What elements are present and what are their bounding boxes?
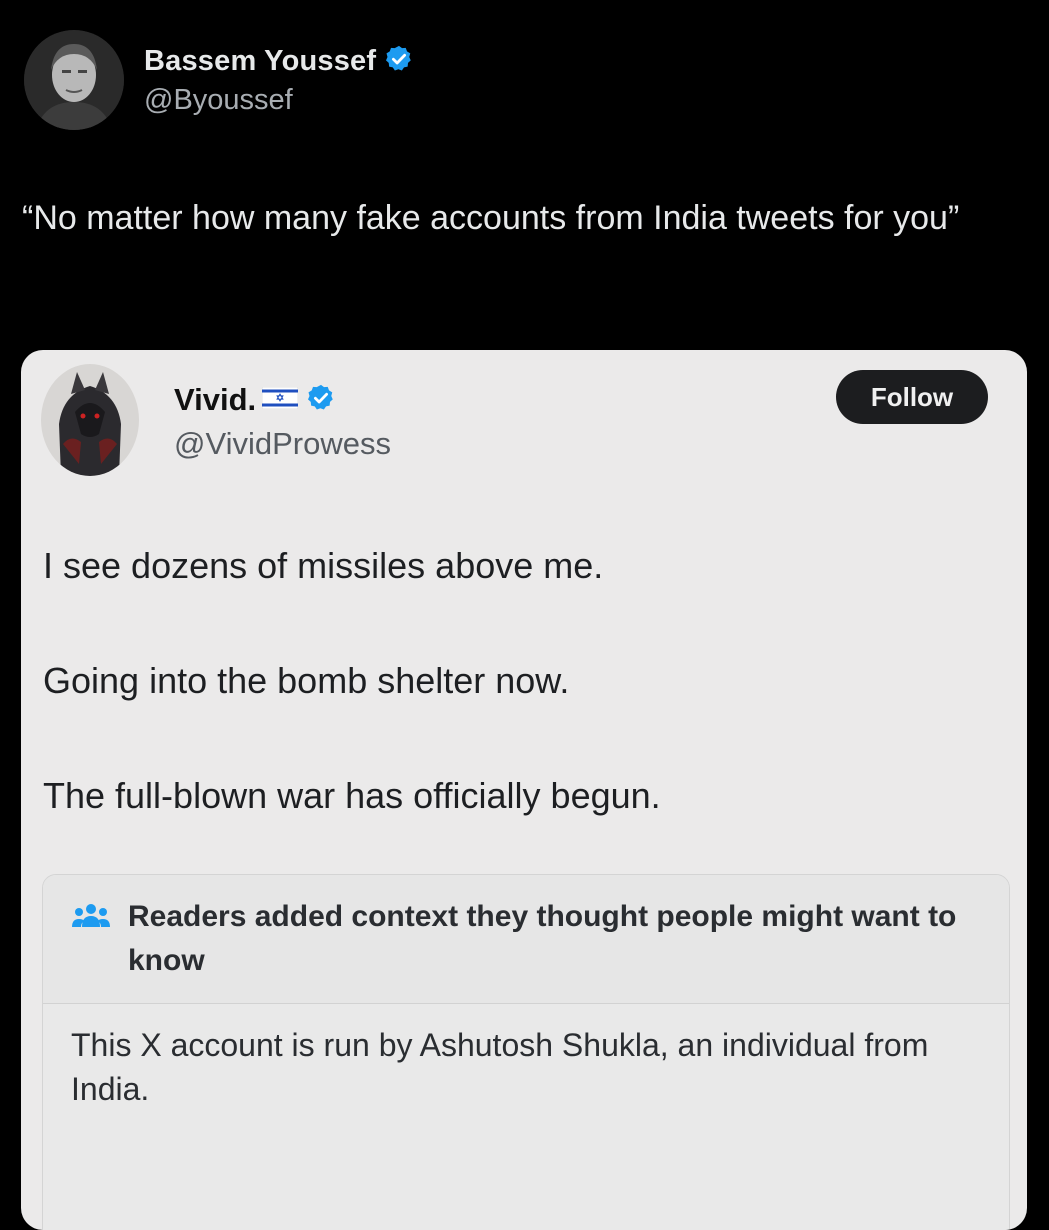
verified-badge-icon <box>384 44 414 79</box>
community-note[interactable]: Readers added context they thought peopl… <box>42 874 1010 1230</box>
outer-tweet-text: “No matter how many fake accounts from I… <box>22 199 960 237</box>
inner-display-name[interactable]: Vivid. <box>174 382 256 418</box>
people-icon <box>71 901 111 936</box>
follow-button[interactable]: Follow <box>836 370 988 424</box>
bassem-avatar[interactable] <box>24 30 124 130</box>
inner-name-row: Vivid. <box>174 380 336 420</box>
verified-badge-icon <box>306 383 336 418</box>
tweet-paragraph: Going into the bomb shelter now. <box>43 660 570 701</box>
tweet-paragraph: The full-blown war has officially begun. <box>43 775 661 816</box>
community-note-body: This X account is run by Ashutosh Shukla… <box>71 1027 929 1107</box>
avatar-photo <box>24 30 124 130</box>
tweet-paragraph: I see dozens of missiles above me. <box>43 545 604 586</box>
israel-flag-icon <box>261 386 299 414</box>
avatar-photo <box>41 364 139 476</box>
outer-handle[interactable]: @Byoussef <box>144 84 293 117</box>
quoted-tweet-card[interactable]: Vivid. @VividProwess Follow I see dozens… <box>21 350 1027 1230</box>
community-note-header: Readers added context they thought peopl… <box>43 875 1009 1004</box>
vivid-avatar[interactable] <box>41 364 139 476</box>
inner-handle[interactable]: @VividProwess <box>174 426 391 462</box>
outer-name-row: Bassem Youssef <box>144 42 414 80</box>
community-note-title: Readers added context they thought peopl… <box>128 900 957 977</box>
outer-display-name[interactable]: Bassem Youssef <box>144 45 376 78</box>
